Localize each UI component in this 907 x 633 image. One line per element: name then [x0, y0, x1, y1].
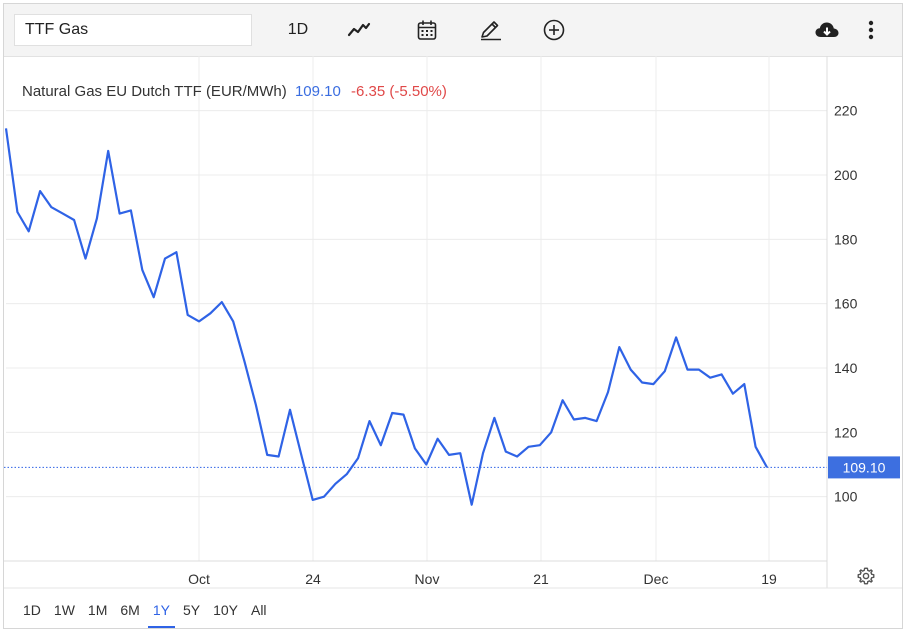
x-tick-label: 19: [761, 571, 777, 587]
y-tick-label: 100: [834, 489, 858, 505]
y-tick-label: 180: [834, 231, 858, 247]
toolbar: 1D: [4, 4, 902, 57]
instrument-name: Natural Gas EU Dutch TTF (EUR/MWh): [22, 83, 287, 100]
line-chart-icon[interactable]: [344, 16, 374, 44]
pencil-icon[interactable]: [476, 16, 506, 44]
chart-widget: 1D: [3, 3, 903, 629]
price-chart[interactable]: 100 120 140 160 180 200 220 Oct 24 Nov 21 Dec 19 109.…: [4, 56, 902, 630]
range-button-6m[interactable]: 6M: [115, 600, 144, 628]
plus-circle-icon[interactable]: [539, 16, 569, 44]
x-tick-label: 21: [533, 571, 549, 587]
settings-gear-icon[interactable]: [856, 566, 876, 586]
range-button-1y[interactable]: 1Y: [147, 600, 175, 628]
chart-area: 100 120 140 160 180 200 220 Oct 24 Nov 21 Dec 19 109.…: [4, 56, 902, 630]
y-tick-label: 160: [834, 296, 858, 312]
price-change: -6.35 (-5.50%): [351, 83, 447, 100]
kebab-menu-icon[interactable]: [859, 16, 883, 44]
interval-button[interactable]: 1D: [280, 16, 316, 44]
calendar-icon[interactable]: [412, 16, 442, 44]
range-button-all[interactable]: All: [246, 600, 272, 628]
y-tick-label: 220: [834, 103, 858, 119]
cloud-download-icon[interactable]: [812, 16, 842, 44]
last-value-label: 109.10: [843, 459, 886, 475]
range-button-5y[interactable]: 5Y: [178, 600, 205, 628]
x-tick-label: Nov: [415, 571, 440, 587]
chart-headline: Natural Gas EU Dutch TTF (EUR/MWh) 109.1…: [22, 83, 447, 100]
x-tick-label: Oct: [188, 571, 210, 587]
last-price: 109.10: [294, 83, 341, 100]
y-tick-label: 120: [834, 424, 858, 440]
range-button-1m[interactable]: 1M: [83, 600, 112, 628]
x-tick-label: Dec: [644, 571, 669, 587]
y-tick-label: 200: [834, 167, 858, 183]
y-tick-label: 140: [834, 360, 858, 376]
range-button-10y[interactable]: 10Y: [208, 600, 243, 628]
x-tick-label: 24: [305, 571, 321, 587]
range-button-1d[interactable]: 1D: [18, 600, 46, 628]
range-button-1w[interactable]: 1W: [49, 600, 80, 628]
price-line-series[interactable]: [4, 128, 768, 506]
range-selector: 1D 1W 1M 6M 1Y 5Y 10Y All: [18, 600, 275, 630]
symbol-input[interactable]: [14, 14, 252, 46]
